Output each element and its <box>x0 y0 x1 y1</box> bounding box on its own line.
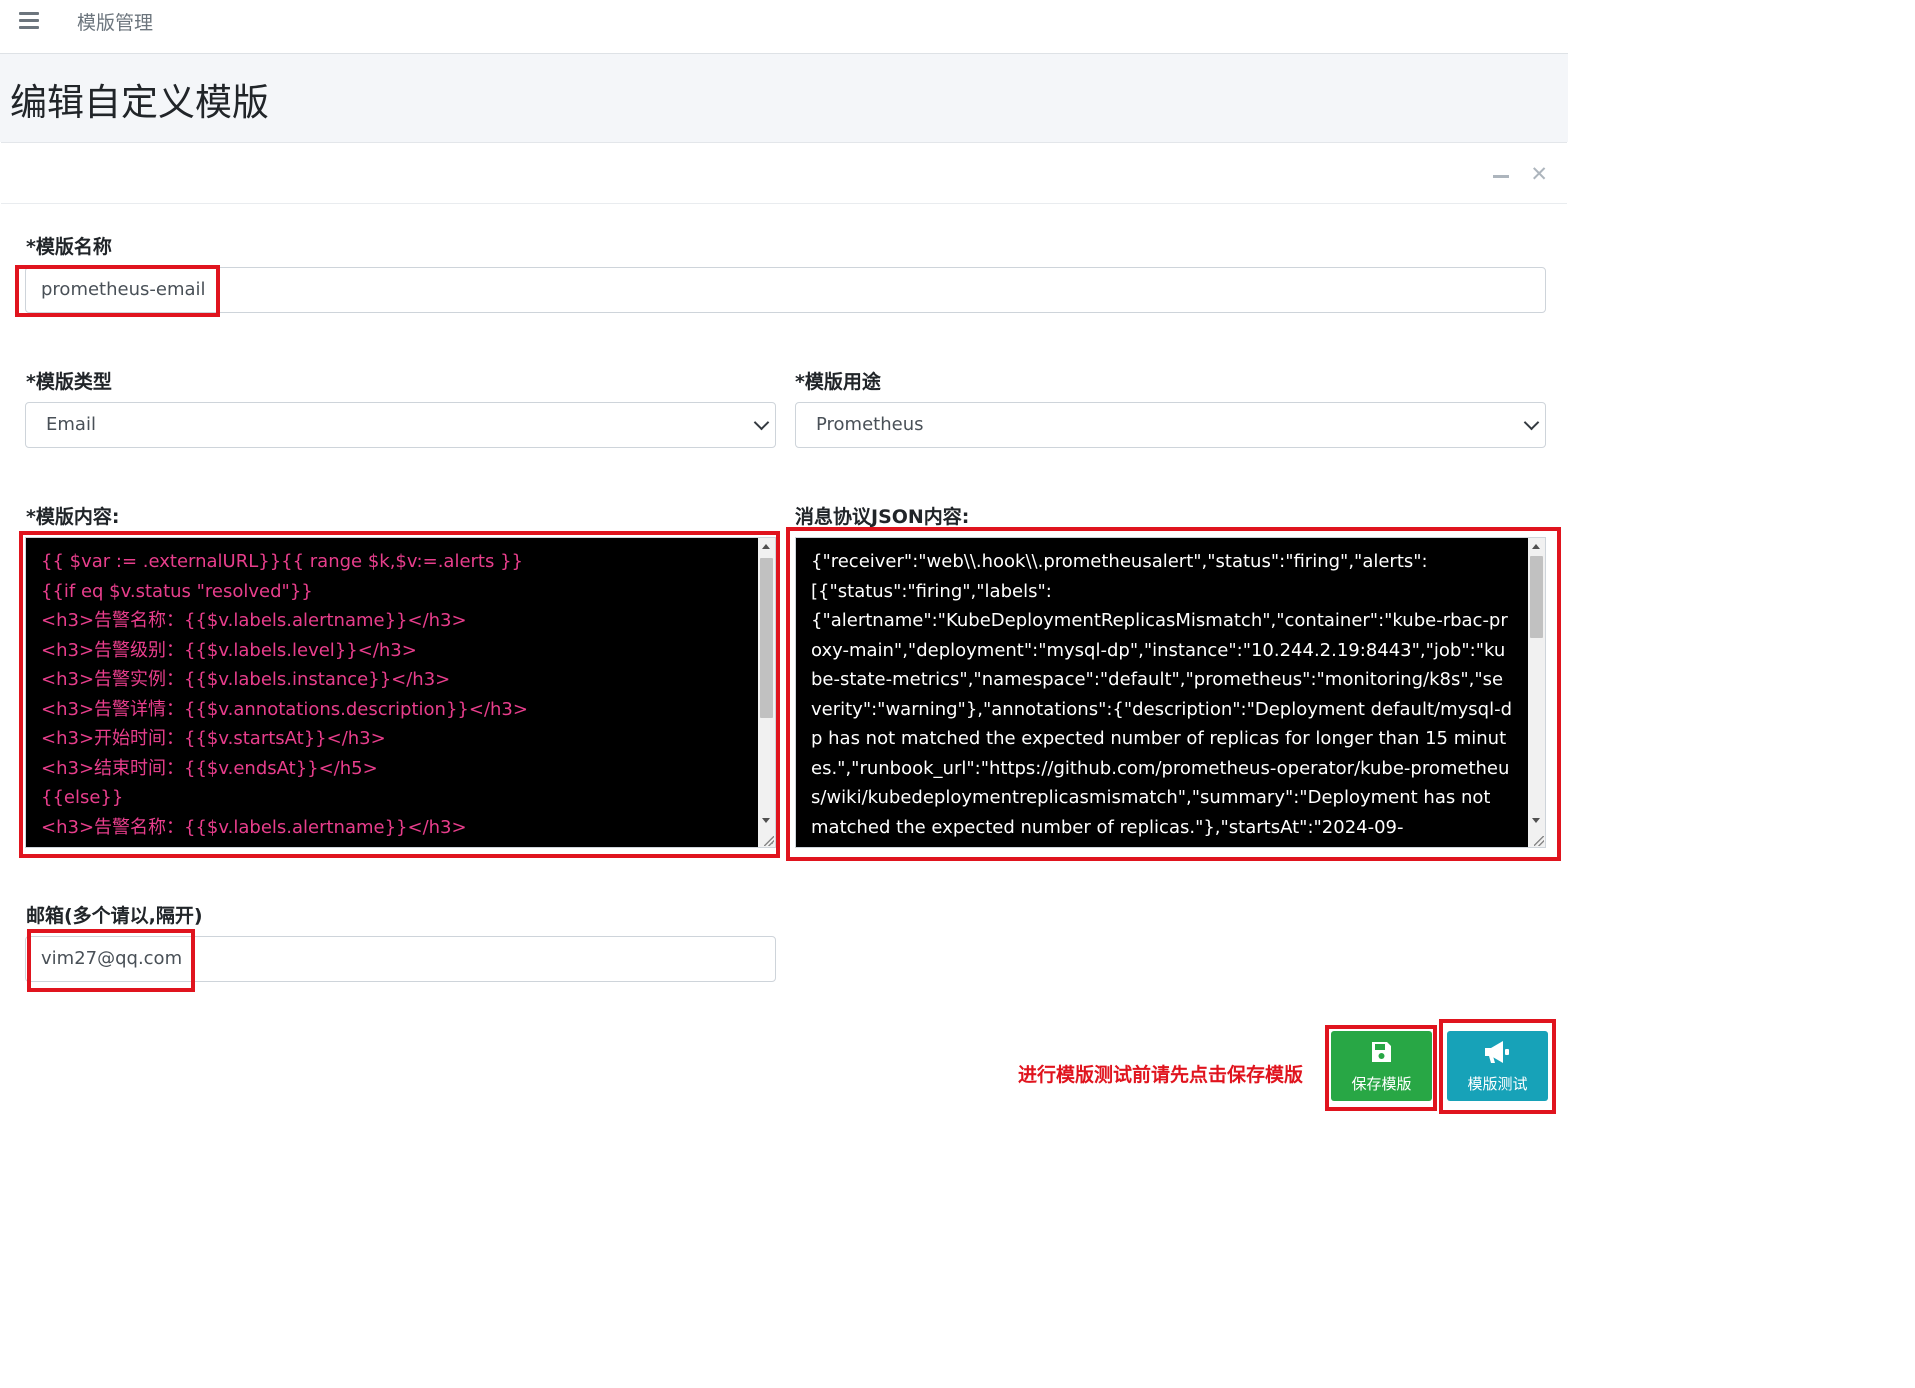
template-usage-label: *模版用途 <box>795 371 881 393</box>
save-icon <box>1372 1042 1391 1062</box>
template-type-select[interactable]: Email <box>25 402 776 448</box>
template-type-label: *模版类型 <box>26 371 112 393</box>
scroll-down-icon[interactable] <box>1532 818 1540 823</box>
scrollbar[interactable] <box>758 538 775 847</box>
template-name-label: *模版名称 <box>26 236 112 258</box>
chevron-down-icon <box>753 414 770 431</box>
template-content-label: *模版内容: <box>26 506 120 528</box>
json-content-textarea[interactable]: {"receiver":"web\\.hook\\.prometheusaler… <box>795 537 1546 848</box>
scroll-up-icon[interactable] <box>762 544 770 549</box>
email-input[interactable]: vim27@qq.com <box>25 936 776 982</box>
scroll-down-icon[interactable] <box>762 818 770 823</box>
template-name-input[interactable]: prometheus-email <box>25 267 1546 313</box>
save-template-button[interactable]: 保存模版 <box>1331 1031 1432 1101</box>
breadcrumb[interactable]: 模版管理 <box>77 8 153 35</box>
template-name-value: prometheus-email <box>41 279 206 300</box>
json-content-label: 消息协议JSON内容: <box>795 506 970 528</box>
scrollbar-thumb[interactable] <box>760 558 773 718</box>
json-content-text: {"receiver":"web\\.hook\\.prometheusaler… <box>811 551 1512 838</box>
email-label: 邮箱(多个请以,隔开) <box>26 905 203 927</box>
bullhorn-icon <box>1485 1041 1509 1063</box>
email-value: vim27@qq.com <box>41 948 183 969</box>
save-template-label: 保存模版 <box>1351 1075 1412 1093</box>
template-content-textarea[interactable]: {{ $var := .externalURL}}{{ range $k,$v:… <box>25 537 776 848</box>
template-type-value: Email <box>46 414 96 435</box>
close-icon[interactable]: ✕ <box>1530 164 1548 185</box>
resize-handle-icon[interactable] <box>1534 836 1544 846</box>
chevron-down-icon <box>1523 414 1540 431</box>
collapse-icon[interactable] <box>1493 175 1509 178</box>
scrollbar[interactable] <box>1528 538 1545 847</box>
template-usage-value: Prometheus <box>816 414 924 435</box>
page-title: 编辑自定义模版 <box>10 81 269 124</box>
scrollbar-thumb[interactable] <box>1530 556 1543 638</box>
test-template-button[interactable]: 模版测试 <box>1447 1031 1548 1101</box>
card-header: ✕ <box>1 143 1567 204</box>
resize-handle-icon[interactable] <box>764 836 774 846</box>
top-navbar: 模版管理 <box>0 0 1568 54</box>
template-usage-select[interactable]: Prometheus <box>795 402 1546 448</box>
scroll-up-icon[interactable] <box>1532 544 1540 549</box>
save-before-test-notice: 进行模版测试前请先点击保存模版 <box>1018 1064 1304 1086</box>
template-content-text: {{ $var := .externalURL}}{{ range $k,$v:… <box>41 551 528 838</box>
test-template-label: 模版测试 <box>1467 1075 1528 1093</box>
hamburger-menu-icon[interactable] <box>19 12 39 29</box>
